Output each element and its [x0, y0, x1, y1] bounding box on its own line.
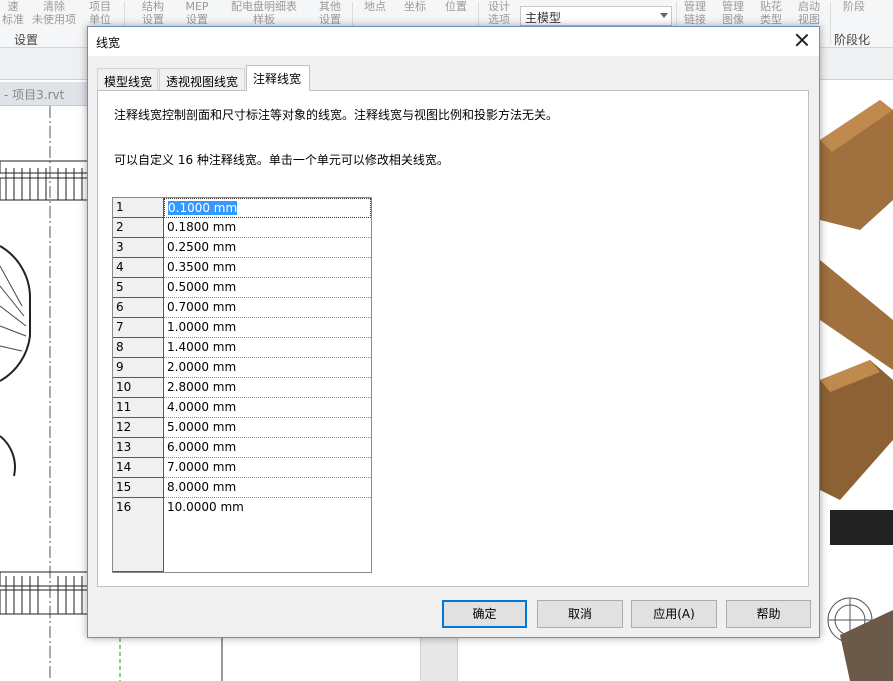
ribbon-item[interactable]: 阶段 [838, 0, 870, 13]
table-row: 9 2.0000 mm [113, 358, 371, 378]
chevron-down-icon [660, 13, 668, 18]
ribbon-item[interactable]: 管理 链接 [680, 0, 710, 26]
row-index: 12 [113, 418, 164, 438]
table-row: 15 8.0000 mm [113, 478, 371, 498]
row-index: 13 [113, 438, 164, 458]
row-index: 14 [113, 458, 164, 478]
table-row: 16 10.0000 mm [113, 498, 371, 572]
3d-view-canvas[interactable] [820, 80, 893, 681]
ribbon-item[interactable]: 清除 未使用项 [28, 0, 80, 26]
view-splitter[interactable] [420, 638, 458, 681]
ribbon-item[interactable]: 设计 选项 [484, 0, 514, 26]
ribbon-item[interactable]: 位置 [440, 0, 472, 13]
table-row: 12 5.0000 mm [113, 418, 371, 438]
line-weight-cell[interactable]: 2.0000 mm [164, 358, 371, 378]
line-weight-cell[interactable]: 1.4000 mm [164, 338, 371, 358]
ribbon-item[interactable]: 贴花 类型 [756, 0, 786, 26]
line-weight-cell[interactable]: 0.2500 mm [164, 238, 371, 258]
row-index: 9 [113, 358, 164, 378]
line-weight-cell[interactable]: 0.7000 mm [164, 298, 371, 318]
ribbon-item[interactable]: 地点 [360, 0, 390, 13]
ribbon-item[interactable]: 配电盘明细表 样板 [224, 0, 304, 26]
tab-perspective-line-weights[interactable]: 透视视图线宽 [159, 68, 245, 90]
design-option-combo[interactable]: 主模型 [520, 6, 672, 26]
row-index: 3 [113, 238, 164, 258]
table-row: 6 0.7000 mm [113, 298, 371, 318]
ribbon-item[interactable]: 坐标 [400, 0, 430, 13]
line-weight-cell[interactable]: 10.0000 mm [164, 498, 371, 572]
description-text: 可以自定义 16 种注释线宽。单击一个单元可以修改相关线宽。 [114, 153, 449, 167]
floor-plan-drawing [0, 106, 88, 681]
combo-value: 主模型 [525, 11, 562, 25]
apply-button[interactable]: 应用(A) [631, 600, 717, 628]
row-index: 8 [113, 338, 164, 358]
line-weights-dialog: 线宽 模型线宽 透视视图线宽 注释线宽 注释线宽控制剖面和尺寸标注等对象的线宽。… [87, 26, 820, 638]
ribbon-group-label: 设置 [14, 33, 39, 47]
line-weight-cell[interactable]: 0.1000 mm [164, 198, 371, 218]
row-index: 11 [113, 398, 164, 418]
line-weights-table: 1 0.1000 mm 2 0.1800 mm 3 0.2500 mm 4 0.3500… [112, 197, 372, 573]
cell-value: 0.1000 mm [168, 201, 238, 215]
row-index: 2 [113, 218, 164, 238]
row-index: 15 [113, 478, 164, 498]
ribbon-item[interactable]: 启动 视图 [794, 0, 824, 26]
table-row: 5 0.5000 mm [113, 278, 371, 298]
table-row: 8 1.4000 mm [113, 338, 371, 358]
row-index: 7 [113, 318, 164, 338]
row-index: 5 [113, 278, 164, 298]
table-row: 2 0.1800 mm [113, 218, 371, 238]
row-index: 10 [113, 378, 164, 398]
ribbon-item[interactable]: 其他 设置 [312, 0, 348, 26]
ribbon-item[interactable]: 速 标准 [0, 0, 26, 26]
description-text: 注释线宽控制剖面和尺寸标注等对象的线宽。注释线宽与视图比例和投影方法无关。 [114, 108, 559, 122]
table-row: 11 4.0000 mm [113, 398, 371, 418]
table-row: 14 7.0000 mm [113, 458, 371, 478]
table-row: 13 6.0000 mm [113, 438, 371, 458]
ribbon-item[interactable]: 项目 单位 [84, 0, 116, 26]
row-index: 1 [113, 198, 164, 218]
dialog-title: 线宽 [96, 36, 121, 50]
line-weight-cell[interactable]: 0.1800 mm [164, 218, 371, 238]
line-weight-cell[interactable]: 1.0000 mm [164, 318, 371, 338]
line-weight-cell[interactable]: 2.8000 mm [164, 378, 371, 398]
dialog-titlebar[interactable]: 线宽 [88, 27, 819, 56]
line-weight-cell[interactable]: 6.0000 mm [164, 438, 371, 458]
ribbon-separator [830, 2, 831, 44]
drawing-canvas-left[interactable] [0, 106, 88, 681]
ribbon-item[interactable]: MEP 设置 [178, 0, 216, 26]
row-index: 6 [113, 298, 164, 318]
close-icon[interactable] [793, 31, 811, 49]
table-row: 10 2.8000 mm [113, 378, 371, 398]
help-button[interactable]: 帮助 [726, 600, 811, 628]
table-row: 1 0.1000 mm [113, 198, 371, 218]
table-row: 4 0.3500 mm [113, 258, 371, 278]
line-weight-cell[interactable]: 0.3500 mm [164, 258, 371, 278]
annotation-tab-panel: 注释线宽控制剖面和尺寸标注等对象的线宽。注释线宽与视图比例和投影方法无关。 可以… [97, 90, 809, 587]
ribbon-group-label: 阶段化 [834, 33, 871, 47]
table-row: 7 1.0000 mm [113, 318, 371, 338]
line-weight-cell[interactable]: 7.0000 mm [164, 458, 371, 478]
row-index: 4 [113, 258, 164, 278]
line-weight-cell[interactable]: 5.0000 mm [164, 418, 371, 438]
table-row: 3 0.2500 mm [113, 238, 371, 258]
tab-model-line-weights[interactable]: 模型线宽 [97, 68, 158, 90]
3d-model-drawing [820, 100, 893, 681]
cancel-button[interactable]: 取消 [537, 600, 623, 628]
view-tab[interactable]: - 项目3.rvt [0, 82, 88, 106]
line-weight-cell[interactable]: 0.5000 mm [164, 278, 371, 298]
ribbon-item[interactable]: 管理 图像 [718, 0, 748, 26]
row-index: 16 [113, 498, 164, 572]
tab-annotation-line-weights[interactable]: 注释线宽 [246, 65, 310, 91]
line-weight-cell[interactable]: 4.0000 mm [164, 398, 371, 418]
ok-button[interactable]: 确定 [442, 600, 527, 628]
line-weight-cell[interactable]: 8.0000 mm [164, 478, 371, 498]
ribbon-item[interactable]: 结构 设置 [136, 0, 170, 26]
